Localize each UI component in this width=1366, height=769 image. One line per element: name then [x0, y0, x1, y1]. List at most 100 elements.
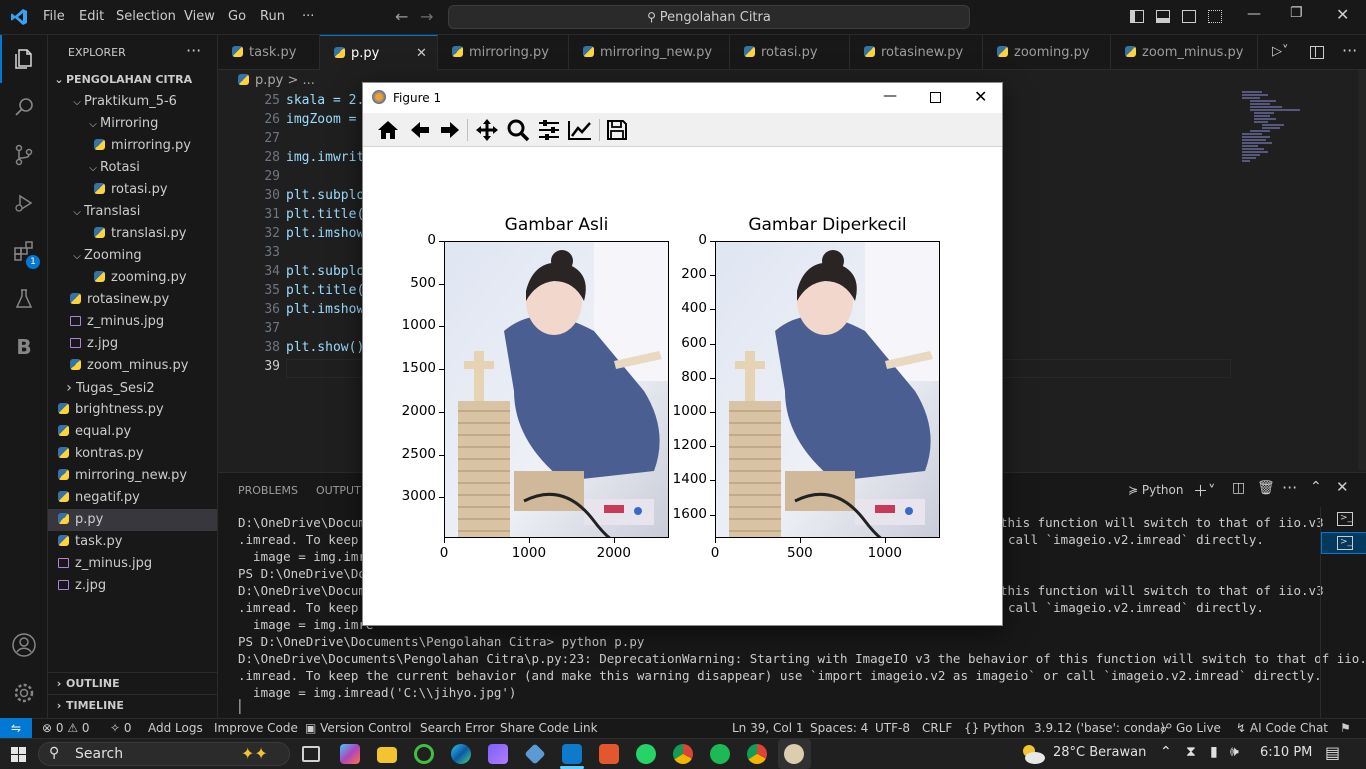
maximize-panel-icon[interactable]: ⌃ — [1310, 479, 1322, 495]
customize-layout-icon[interactable] — [1208, 10, 1222, 23]
whatsapp-icon[interactable] — [636, 744, 656, 764]
command-center-search[interactable]: ⚲ Pengolahan Citra — [448, 5, 970, 29]
timeline-section[interactable]: › TIMELINE — [48, 694, 217, 716]
tab-mirroring-py[interactable]: mirroring.py — [438, 35, 569, 70]
tree-item-file-zooming[interactable]: zooming.py — [48, 267, 217, 289]
copilot-icon[interactable] — [340, 744, 360, 764]
tree-item-folder-zooming[interactable]: ⌵ Zooming — [48, 245, 217, 267]
terminal-shell-selector[interactable]: ≽ Python — [1128, 483, 1183, 497]
save-figure-icon[interactable] — [604, 117, 630, 143]
forward-arrow-icon[interactable] — [437, 117, 463, 143]
code-line[interactable]: plt.subplo — [286, 264, 364, 279]
spotify-icon[interactable] — [710, 744, 730, 764]
chrome-profile-icon[interactable] — [673, 744, 693, 764]
tab-output[interactable]: OUTPUT — [316, 484, 361, 497]
home-icon[interactable] — [375, 117, 401, 143]
editor-scrollbar[interactable] — [1358, 70, 1366, 470]
tree-item-file-kontras[interactable]: kontras.py — [48, 443, 217, 465]
run-debug-icon[interactable] — [0, 179, 48, 227]
encoding[interactable]: UTF-8 — [875, 721, 910, 735]
battery-icon[interactable]: ▮ — [1210, 744, 1218, 760]
tree-item-file-z-jpg-root[interactable]: z.jpg — [48, 575, 217, 597]
kill-terminal-icon[interactable]: 🗑 — [1257, 480, 1275, 496]
minimap[interactable] — [1240, 90, 1310, 170]
terminal-tab-active[interactable]: >_ — [1321, 532, 1366, 554]
tree-item-folder-rotasi[interactable]: ⌵ Rotasi — [48, 157, 217, 179]
tree-item-file-rotasinew[interactable]: rotasinew.py — [48, 289, 217, 311]
end-of-line[interactable]: CRLF — [922, 721, 952, 735]
tree-item-folder-mirroring[interactable]: ⌵ Mirroring — [48, 113, 217, 135]
zoom-magnifier-icon[interactable] — [505, 117, 531, 143]
split-editor-icon[interactable] — [1310, 46, 1324, 59]
menu-run[interactable]: Run — [260, 9, 285, 24]
tree-item-folder-praktikum[interactable]: ⌵ Praktikum_5-6 — [48, 91, 217, 113]
search-icon[interactable] — [0, 83, 48, 131]
problems-status[interactable]: ⊗ 0 ⚠ 0 — [42, 721, 90, 735]
ports-status[interactable]: ✧ 0 — [110, 721, 132, 735]
search-error-button[interactable]: Search Error — [420, 721, 494, 735]
account-icon[interactable] — [0, 621, 48, 669]
forward-arrow-icon[interactable]: → — [420, 7, 433, 26]
volume-icon[interactable]: 🕪 — [1230, 744, 1239, 760]
tree-item-folder-translasi[interactable]: ⌵ Translasi — [48, 201, 217, 223]
pan-move-icon[interactable] — [474, 117, 500, 143]
minimize-icon[interactable]: — — [1247, 6, 1261, 22]
wifi-icon[interactable]: ⧗ — [1186, 744, 1196, 760]
restore-icon[interactable]: ❐ — [1290, 5, 1303, 21]
tree-item-file-zoom-minus[interactable]: zoom_minus.py — [48, 355, 217, 377]
share-code-link-button[interactable]: Share Code Link — [500, 721, 598, 735]
ai-code-chat-button[interactable]: ↯ AI Code Chat — [1236, 721, 1328, 735]
code-line[interactable]: img.imwrit — [286, 150, 364, 165]
tree-item-file-z-jpg[interactable]: z.jpg — [48, 333, 217, 355]
notifications-bell-icon[interactable]: ⚑ — [1340, 721, 1351, 735]
configure-subplots-icon[interactable] — [536, 117, 562, 143]
split-terminal-icon[interactable]: ◫ — [1232, 480, 1245, 496]
chrome-icon[interactable] — [747, 744, 767, 764]
tree-item-file-z-minus-jpg[interactable]: z_minus.jpg — [48, 311, 217, 333]
close-panel-icon[interactable]: ✕ — [1336, 478, 1349, 496]
weather-cloud-icon[interactable] — [1020, 743, 1046, 765]
vscode-taskbar-icon[interactable] — [562, 744, 582, 764]
back-arrow-icon[interactable]: ← — [395, 7, 408, 26]
tab-zoom-minus-py[interactable]: zoom_minus.py — [1111, 35, 1258, 70]
breadcrumb[interactable]: p.py > ... — [238, 73, 315, 88]
tab-rotasi-py[interactable]: rotasi.py — [730, 35, 850, 70]
tree-item-file-task[interactable]: task.py — [48, 531, 217, 553]
tab-rotasinew-py[interactable]: rotasinew.py — [850, 35, 983, 70]
source-control-icon[interactable] — [0, 131, 48, 179]
figure-maximize-icon[interactable] — [930, 92, 941, 103]
new-terminal-icon[interactable]: ＋˅ — [1193, 480, 1216, 501]
tab-task-py[interactable]: task.py — [218, 35, 320, 70]
testing-icon[interactable] — [0, 275, 48, 323]
close-tab-icon[interactable]: ✕ — [416, 36, 427, 71]
tab-zooming-py[interactable]: zooming.py — [983, 35, 1111, 70]
figure-minimize-icon[interactable]: — — [883, 88, 897, 104]
terminal-tab-icon[interactable]: >_ — [1337, 512, 1353, 526]
toggle-secondary-sidebar-icon[interactable] — [1182, 10, 1196, 23]
tray-chevron-up-icon[interactable]: ⌃ — [1160, 744, 1172, 760]
figure-canvas[interactable]: Gambar Asli 0 500 1000 1500 2000 2500 3000 0 1000… — [363, 147, 1002, 625]
code-line[interactable]: plt.title( — [286, 283, 364, 298]
toggle-panel-icon[interactable] — [1156, 10, 1170, 23]
tree-item-file-p[interactable]: p.py — [48, 509, 217, 531]
cursor-position[interactable]: Ln 39, Col 1 — [732, 721, 804, 735]
tree-item-file-mirroring-new[interactable]: mirroring_new.py — [48, 465, 217, 487]
tree-item-file-rotasi[interactable]: rotasi.py — [48, 179, 217, 201]
tab-problems[interactable]: PROBLEMS — [238, 484, 298, 497]
toggle-sidebar-icon[interactable] — [1130, 10, 1144, 23]
version-control-button[interactable]: ▣ Version Control — [305, 721, 411, 735]
subplot-image[interactable] — [715, 241, 940, 538]
explorer-more-icon[interactable]: ··· — [186, 41, 201, 60]
green-app-icon[interactable] — [414, 744, 434, 764]
code-line[interactable]: imgZoom = — [286, 112, 356, 127]
orange-app-icon[interactable] — [599, 744, 619, 764]
extensions-icon[interactable]: 1 — [0, 227, 48, 275]
menu-go[interactable]: Go — [228, 9, 246, 24]
add-logs-button[interactable]: Add Logs — [148, 721, 203, 735]
code-line[interactable]: plt.imshow — [286, 226, 364, 241]
close-icon[interactable]: ✕ — [1336, 5, 1349, 24]
tree-item-file-mirroring[interactable]: mirroring.py — [48, 135, 217, 157]
menu-edit[interactable]: Edit — [79, 9, 104, 24]
code-line[interactable]: plt.title( — [286, 207, 364, 222]
subplot-image[interactable] — [444, 241, 669, 538]
